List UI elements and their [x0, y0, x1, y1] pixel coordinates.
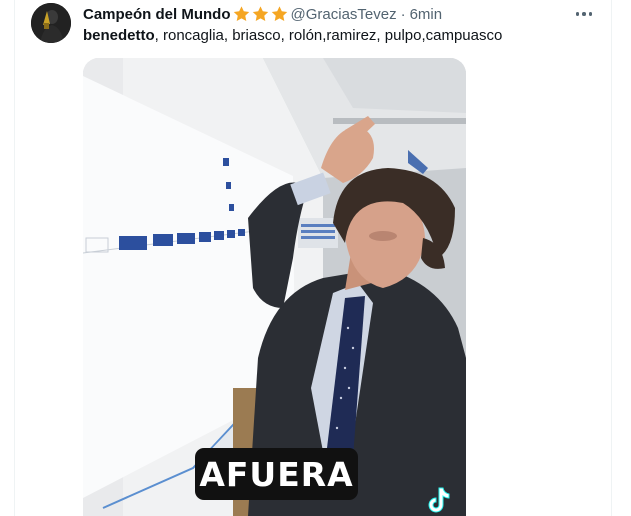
- tiktok-icon: [428, 487, 450, 513]
- tweet-video[interactable]: AFUERA: [83, 58, 466, 516]
- tweet-text: benedetto, roncaglia, briasco, rolón,ram…: [83, 27, 502, 45]
- avatar[interactable]: [31, 3, 71, 43]
- display-name[interactable]: Campeón del Mundo: [83, 6, 231, 23]
- star-icon: [252, 6, 268, 22]
- star-icon: [271, 6, 287, 22]
- video-caption: AFUERA: [195, 448, 358, 500]
- timestamp[interactable]: 6min: [410, 6, 443, 23]
- tweet-text-rest: , roncaglia, briasco, rolón,ramirez, pul…: [154, 27, 503, 44]
- user-handle[interactable]: @GraciasTevez: [291, 6, 397, 23]
- more-options-icon[interactable]: [573, 5, 595, 23]
- tweet-text-bold: benedetto: [83, 27, 155, 44]
- star-icon: [233, 6, 249, 22]
- tweet-header: Campeón del Mundo @GraciasTevez · 6min: [83, 4, 442, 24]
- star-emojis: [232, 5, 289, 23]
- tweet-card[interactable]: Campeón del Mundo @GraciasTevez · 6min b…: [14, 0, 612, 516]
- separator-dot: ·: [400, 5, 406, 23]
